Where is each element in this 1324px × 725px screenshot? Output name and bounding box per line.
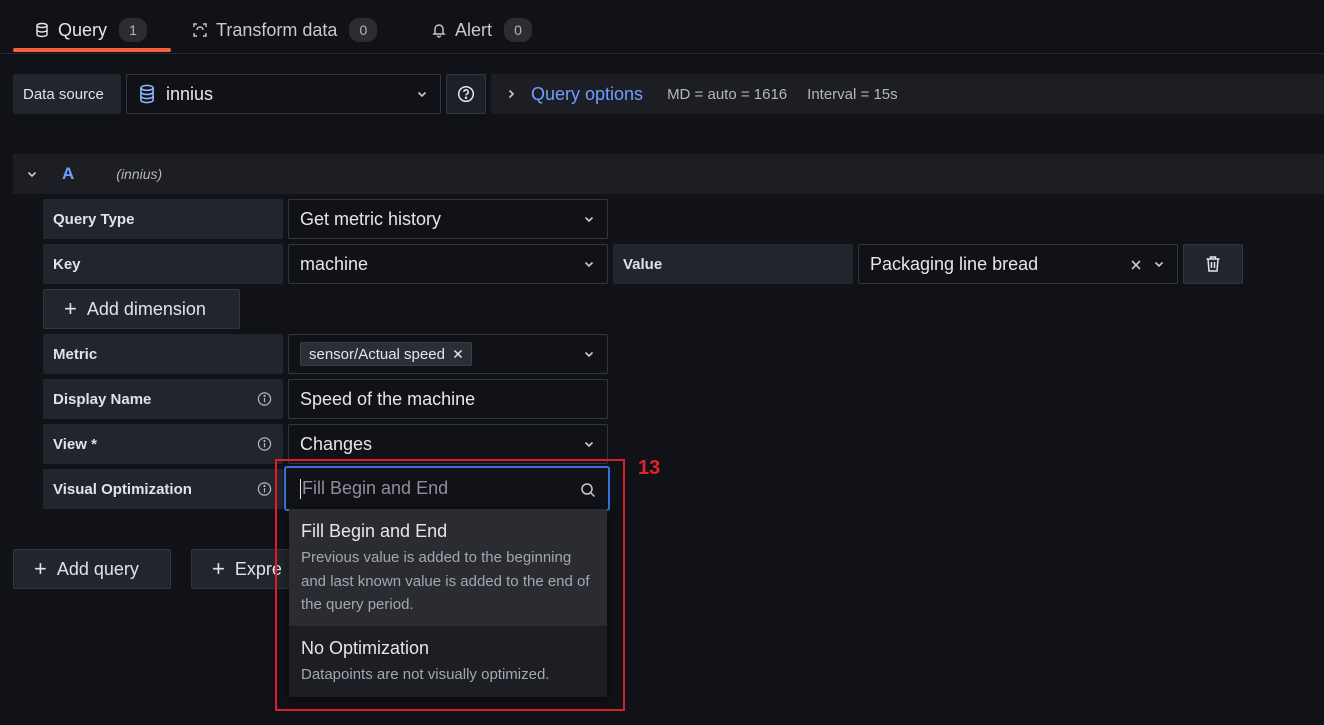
- annotation-label: 13: [638, 457, 661, 479]
- query-options-title[interactable]: Query options: [531, 84, 643, 105]
- datasource-label: Data source: [13, 74, 121, 114]
- tab-alert[interactable]: Alert 0: [431, 10, 533, 50]
- plus-icon: +: [212, 556, 225, 581]
- datasource-value: innius: [166, 83, 214, 104]
- value-value: Packaging line bread: [870, 253, 1039, 274]
- metric-select[interactable]: sensor/Actual speed: [288, 334, 608, 374]
- metric-tag-label: sensor/Actual speed: [309, 345, 445, 363]
- display-name-label: Display Name: [43, 379, 283, 419]
- value-select[interactable]: Packaging line bread: [858, 244, 1178, 284]
- annotation-box: [275, 459, 625, 711]
- query-type-label: Query Type: [43, 199, 283, 239]
- clear-icon[interactable]: [1130, 259, 1142, 271]
- plus-icon: +: [34, 556, 47, 581]
- display-name-label-text: Display Name: [53, 390, 152, 408]
- key-label: Key: [43, 244, 283, 284]
- info-icon[interactable]: [257, 437, 272, 452]
- tab-transform-count: 0: [349, 18, 378, 42]
- active-tab-indicator: [13, 48, 171, 52]
- visual-optimization-label-text: Visual Optimization: [53, 480, 192, 498]
- remove-tag-icon[interactable]: [453, 349, 463, 359]
- chevron-right-icon: [508, 89, 515, 99]
- transform-icon: [193, 23, 207, 37]
- tab-alert-count: 0: [504, 18, 533, 42]
- query-letter[interactable]: A: [62, 164, 74, 184]
- view-label: View *: [43, 424, 283, 464]
- value-label: Value: [613, 244, 853, 284]
- help-button[interactable]: [446, 74, 486, 114]
- datasource-picker[interactable]: innius: [126, 74, 441, 114]
- bell-icon: [432, 24, 446, 38]
- query-row-header[interactable]: A (innius): [13, 154, 1324, 194]
- chevron-down-icon: [1154, 261, 1164, 268]
- database-icon: [36, 22, 48, 38]
- query-type-select[interactable]: Get metric history: [288, 199, 608, 239]
- help-icon: [457, 85, 475, 103]
- info-icon[interactable]: [257, 392, 272, 407]
- tab-query-label: Query: [58, 19, 108, 40]
- query-options-interval: Interval = 15s: [807, 85, 898, 103]
- database-icon: [140, 84, 154, 104]
- metric-tag: sensor/Actual speed: [300, 342, 472, 366]
- metric-label: Metric: [43, 334, 283, 374]
- plus-icon: +: [64, 296, 77, 321]
- chevron-down-icon: [584, 351, 594, 358]
- query-datasource-name: (innius): [116, 166, 163, 182]
- visual-optimization-label: Visual Optimization: [43, 469, 283, 509]
- chevron-down-icon: [27, 171, 37, 178]
- tab-query-count: 1: [119, 18, 148, 42]
- query-options-bar[interactable]: Query options MD = auto = 1616 Interval …: [491, 74, 1324, 114]
- chevron-down-icon: [584, 261, 594, 268]
- tab-alert-label: Alert: [455, 19, 493, 40]
- display-name-value: Speed of the machine: [300, 388, 476, 409]
- view-value: Changes: [300, 433, 373, 454]
- chevron-down-icon: [584, 441, 594, 448]
- add-dimension-button[interactable]: + Add dimension: [43, 289, 240, 329]
- add-query-label: Add query: [56, 558, 139, 579]
- trash-icon: [1206, 256, 1220, 272]
- delete-dimension-button[interactable]: [1183, 244, 1243, 284]
- chevron-down-icon: [584, 216, 594, 223]
- query-options-md: MD = auto = 1616: [667, 85, 788, 103]
- tab-bar: Query 1 Transform data 0 Alert 0: [0, 0, 1324, 54]
- add-query-button[interactable]: + Add query: [13, 549, 171, 589]
- view-select[interactable]: Changes: [288, 424, 608, 464]
- key-select[interactable]: machine: [288, 244, 608, 284]
- view-label-text: View *: [53, 435, 97, 453]
- add-dimension-label: Add dimension: [86, 298, 206, 319]
- info-icon[interactable]: [257, 482, 272, 497]
- query-type-value: Get metric history: [300, 208, 442, 229]
- tab-query[interactable]: Query 1: [34, 10, 148, 50]
- chevron-down-icon: [417, 91, 427, 98]
- key-value: machine: [300, 253, 369, 274]
- display-name-input[interactable]: Speed of the machine: [288, 379, 608, 419]
- tab-transform-label: Transform data: [216, 19, 338, 40]
- tab-transform[interactable]: Transform data 0: [192, 10, 378, 50]
